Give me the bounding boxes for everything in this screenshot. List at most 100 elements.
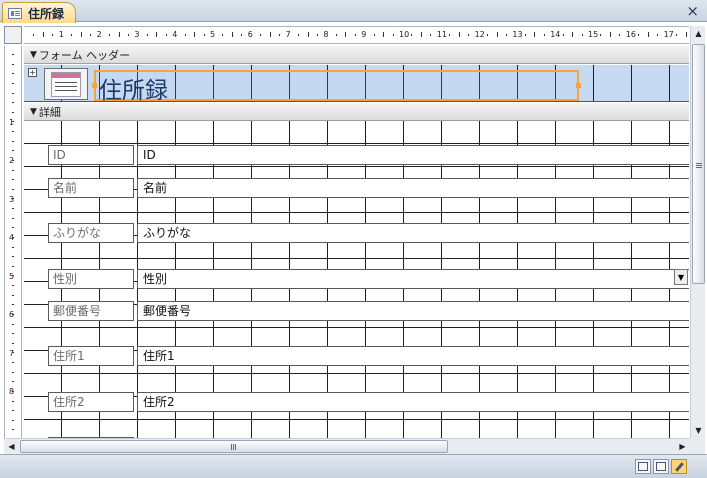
horizontal-scrollbar[interactable]: ◀ ▶	[4, 438, 690, 454]
ruler-tick	[524, 34, 526, 36]
chevron-down-icon[interactable]: ▼	[674, 269, 688, 285]
label-name[interactable]: 名前	[48, 178, 134, 198]
ruler-number: 14	[550, 30, 561, 39]
ruler-tick	[12, 188, 14, 190]
ruler-number: 11	[436, 30, 447, 39]
vertical-ruler[interactable]: 12345678	[4, 46, 22, 438]
ruler-tick	[600, 34, 602, 36]
ruler-tick	[12, 429, 14, 431]
field-address2[interactable]: 住所2	[137, 392, 689, 412]
scroll-left-icon[interactable]: ◀	[4, 439, 19, 454]
document-tab[interactable]: 住所録	[2, 2, 76, 23]
label-postal-code[interactable]: 郵便番号	[48, 301, 134, 321]
ruler-tick	[12, 323, 14, 325]
ruler-tick	[12, 410, 14, 412]
horizontal-scroll-thumb[interactable]	[20, 440, 448, 453]
detail-area[interactable]: ID ID 名前 名前 ふりがな ふりがな 性別 性別 郵便番号 郵便番号 住所…	[24, 121, 689, 438]
label-furigana[interactable]: ふりがな	[48, 223, 134, 243]
section-arrow-icon: ▼	[30, 49, 37, 60]
ruler-tick	[12, 256, 14, 258]
layout-view-button[interactable]	[653, 459, 669, 474]
field-postal-code[interactable]: 郵便番号	[137, 301, 689, 321]
ruler-tick	[12, 275, 14, 277]
ruler-tick	[118, 32, 120, 37]
ruler-tick	[12, 285, 14, 286]
ruler-tick	[316, 34, 318, 36]
ruler-tick	[12, 54, 14, 55]
ruler-tick	[12, 131, 14, 132]
ruler-tick	[12, 342, 14, 344]
field-id[interactable]: ID	[137, 145, 689, 165]
ruler-tick	[505, 34, 507, 36]
status-bar	[0, 454, 707, 478]
ruler-tick	[619, 34, 621, 36]
move-handle-icon[interactable]: +	[28, 68, 37, 77]
label-id[interactable]: ID	[48, 145, 134, 165]
ruler-tick	[638, 34, 640, 36]
ruler-tick	[279, 34, 281, 36]
ruler-number: 10	[399, 30, 410, 39]
design-view-icon	[674, 462, 684, 471]
horizontal-ruler[interactable]: 1 2 3 4 5 6 7 8 9 10 11 12 13 14 15 16 17	[24, 26, 689, 44]
ruler-tick	[52, 34, 54, 36]
label-address2[interactable]: 住所2	[48, 392, 134, 412]
ruler-tick	[12, 419, 14, 421]
ruler-tick	[12, 102, 14, 104]
ruler-tick	[685, 32, 687, 37]
vertical-scroll-thumb[interactable]	[692, 44, 705, 284]
ruler-tick	[12, 73, 14, 75]
ruler-tick	[12, 236, 14, 238]
form-header-area[interactable]: + 住所録	[24, 65, 689, 104]
detail-section-bar[interactable]: ▼ 詳細	[24, 103, 689, 121]
ruler-tick	[298, 34, 300, 36]
form-logo[interactable]	[44, 68, 88, 100]
ruler-tick	[12, 362, 14, 363]
detail-section-label: 詳細	[38, 105, 61, 119]
ruler-tick	[33, 34, 35, 36]
field-name[interactable]: 名前	[137, 178, 689, 198]
ruler-tick	[12, 140, 14, 142]
label-gender[interactable]: 性別	[48, 269, 134, 289]
ruler-number: 9	[361, 30, 367, 39]
ruler-tick	[12, 333, 14, 335]
tab-label: 住所録	[28, 6, 65, 21]
ruler-number: 3	[134, 30, 140, 39]
scroll-right-icon[interactable]: ▶	[675, 439, 690, 454]
design-view-button[interactable]	[671, 459, 687, 474]
ruler-tick	[543, 34, 545, 36]
form-view-button[interactable]	[635, 459, 651, 474]
vertical-scrollbar[interactable]: ▲ ▼	[690, 26, 705, 438]
title-label-control[interactable]: 住所録	[92, 70, 581, 104]
label-address1[interactable]: 住所1	[48, 346, 134, 366]
resize-handle[interactable]	[92, 83, 97, 88]
ruler-tick	[109, 34, 111, 36]
ruler-number: 5	[210, 30, 216, 39]
combo-gender[interactable]: 性別	[137, 269, 689, 289]
ruler-tick	[165, 34, 167, 36]
ruler-tick	[12, 400, 14, 402]
ruler-number: 2	[96, 30, 102, 39]
field-address1[interactable]: 住所1	[137, 346, 689, 366]
close-icon[interactable]: ×	[686, 1, 699, 21]
ruler-tick	[12, 82, 14, 84]
ruler-tick	[657, 34, 659, 36]
ruler-tick	[430, 34, 432, 36]
layout-view-icon	[656, 462, 666, 471]
ruler-tick	[80, 32, 82, 37]
ruler-tick	[184, 34, 186, 36]
ruler-tick	[581, 34, 583, 36]
ruler-number: 1	[58, 30, 64, 39]
ruler-tick	[12, 352, 14, 354]
ruler-tick	[269, 32, 271, 37]
scroll-down-icon[interactable]: ▼	[692, 423, 705, 438]
ruler-tick	[12, 198, 14, 200]
ruler-tick	[383, 32, 385, 37]
field-furigana[interactable]: ふりがな	[137, 223, 689, 243]
ruler-number: 12	[474, 30, 485, 39]
form-selector[interactable]	[4, 26, 22, 44]
form-header-section-bar[interactable]: ▼ フォーム ヘッダー	[24, 46, 689, 64]
ruler-tick	[373, 34, 375, 36]
ruler-tick	[676, 34, 678, 36]
scroll-up-icon[interactable]: ▲	[692, 26, 705, 41]
resize-handle[interactable]	[576, 83, 581, 88]
